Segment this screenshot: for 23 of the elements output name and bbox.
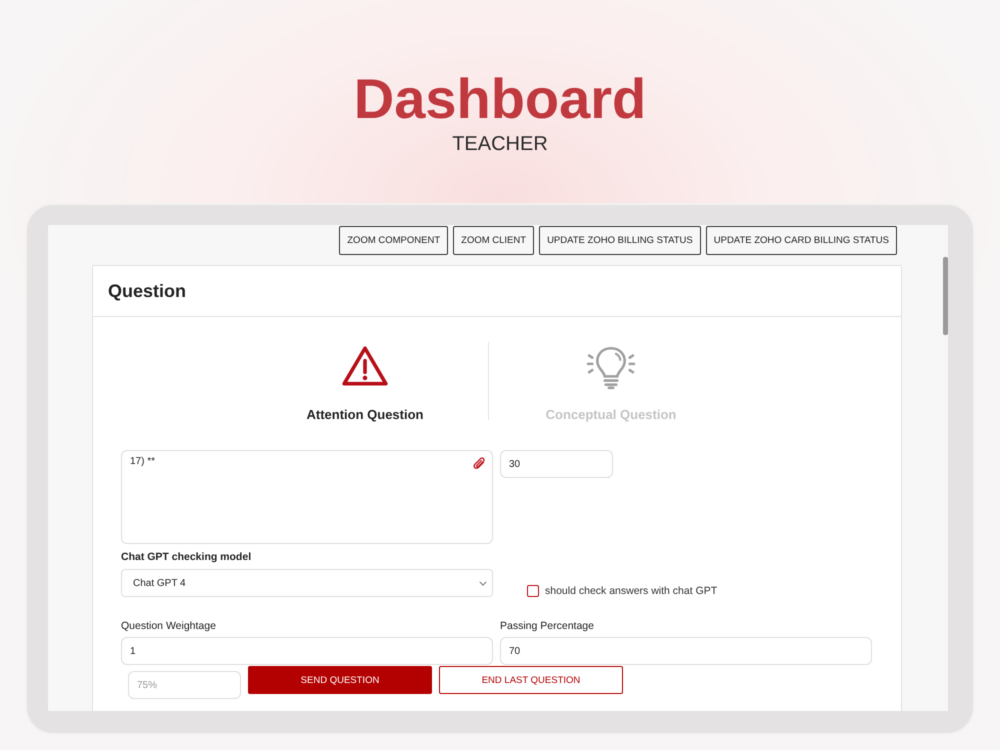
send-button[interactable]: SEND QUESTION xyxy=(248,666,432,694)
time-field[interactable]: 30 xyxy=(500,450,613,478)
question-type-tab[interactable]: Attention Question xyxy=(242,342,488,422)
threshold-field[interactable]: 75% xyxy=(128,671,241,699)
toolbar-button[interactable]: UPDATE ZOHO CARD BILLING STATUS xyxy=(706,226,897,255)
checkbox[interactable] xyxy=(527,585,539,597)
toolbar-button[interactable]: UPDATE ZOHO BILLING STATUS xyxy=(539,226,701,255)
model-select[interactable]: Chat GPT 4 xyxy=(121,569,493,597)
paperclip-icon[interactable] xyxy=(472,456,487,471)
passing-percentage-field[interactable]: 70 xyxy=(500,637,872,665)
end-button[interactable]: END LAST QUESTION xyxy=(439,666,623,694)
checkbox-label: should check answers with chat GPT xyxy=(545,585,718,597)
page-title: Dashboard xyxy=(354,68,646,130)
toolbar-button[interactable]: ZOOM COMPONENT xyxy=(339,226,448,255)
page-subtitle: TEACHER xyxy=(452,132,548,156)
chevron-icon xyxy=(479,580,487,586)
toolbar-button[interactable]: ZOOM CLIENT xyxy=(453,226,534,255)
question-text-field[interactable]: 17) ** xyxy=(121,450,493,544)
card-title: Question xyxy=(108,280,186,302)
field-label: Question Weightage xyxy=(121,620,216,632)
field-label: Chat GPT checking model xyxy=(121,551,252,563)
field-label: Passing Percentage xyxy=(500,620,594,632)
weightage-field[interactable]: 1 xyxy=(121,637,493,665)
